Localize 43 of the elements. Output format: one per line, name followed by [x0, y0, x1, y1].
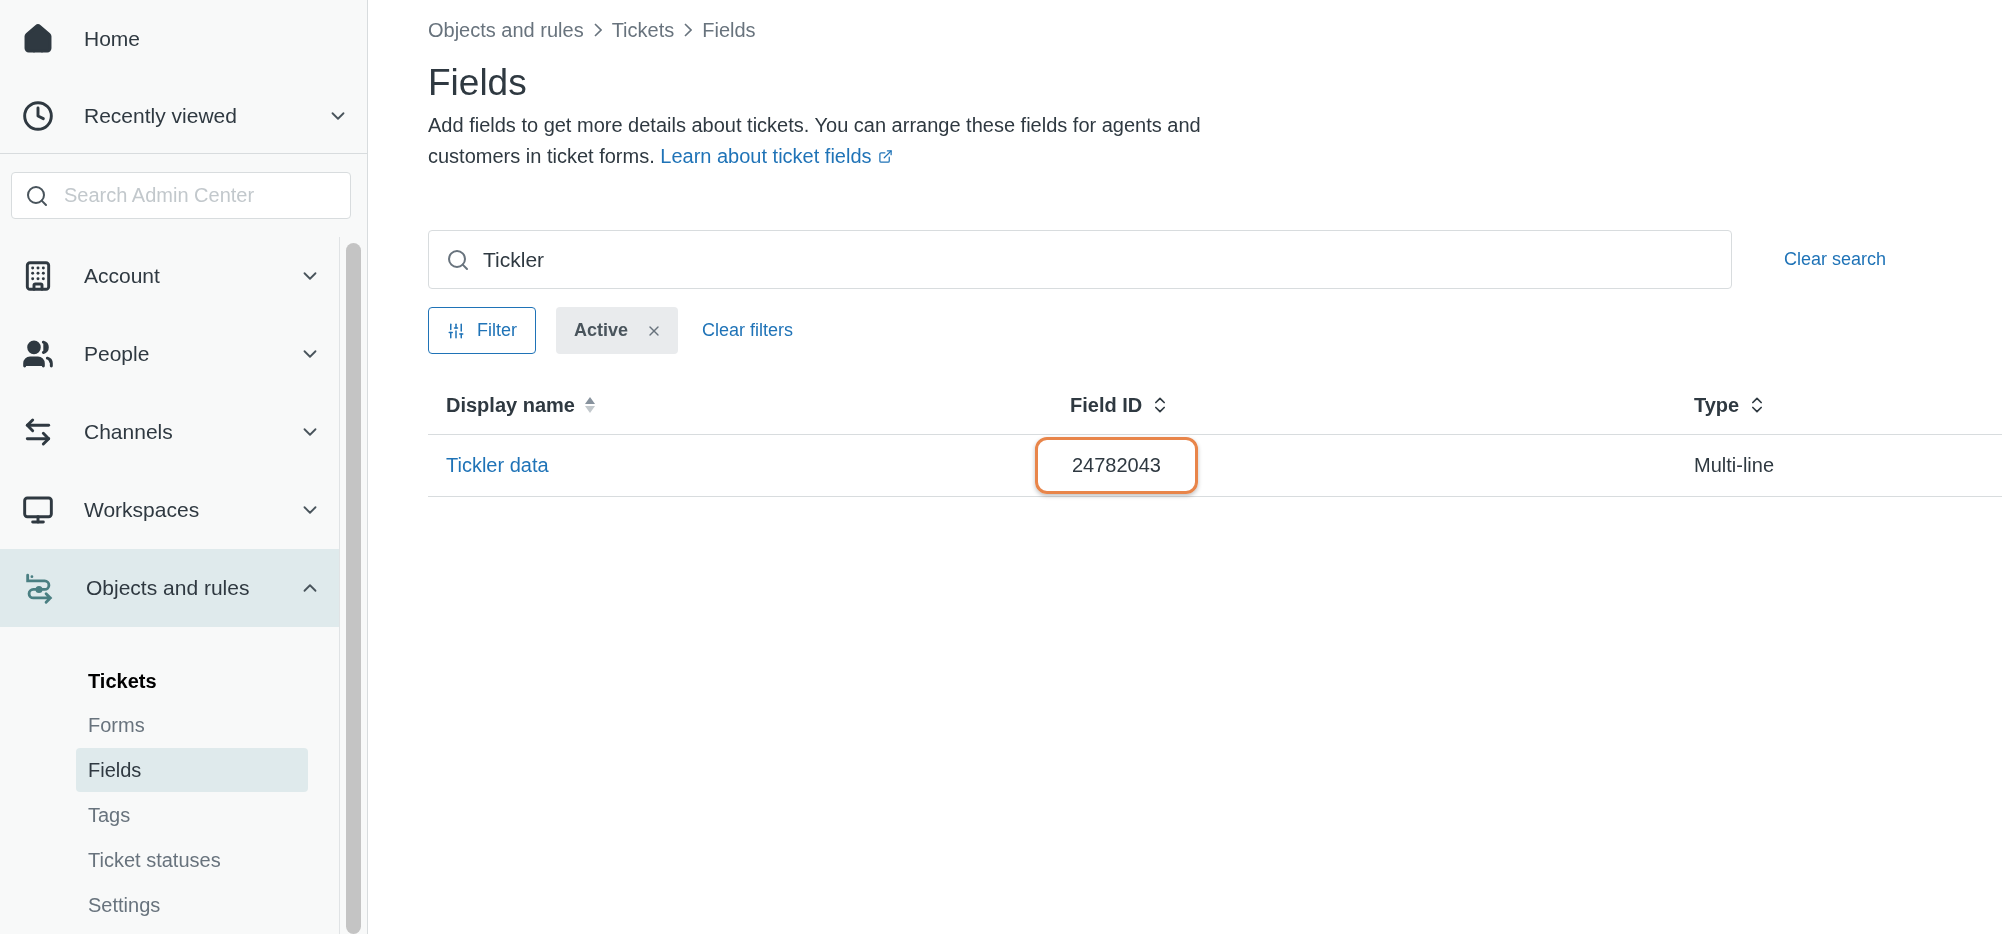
search-field[interactable]: Tickler — [428, 230, 1732, 289]
home-icon — [22, 22, 54, 55]
column-header[interactable]: Display name — [446, 393, 575, 417]
filter-chip[interactable]: Active — [556, 307, 679, 354]
scrollbar-thumb[interactable] — [346, 243, 361, 934]
search-icon — [25, 183, 49, 208]
column-header[interactable]: Field ID — [1070, 393, 1143, 417]
chevron-right-icon — [593, 23, 602, 37]
nav-subitem[interactable]: Fields — [76, 748, 308, 792]
clear-search-link[interactable]: Clear search — [1780, 245, 1891, 274]
nav-item[interactable]: Channels — [0, 393, 339, 471]
highlighted-cell: 24782043 — [1035, 437, 1198, 494]
column-header[interactable]: Type — [1694, 393, 1740, 417]
search-field[interactable]: Search Admin Center — [11, 172, 351, 219]
nav-section-heading: Tickets — [87, 668, 158, 694]
breadcrumb-link[interactable]: Objects and rules — [428, 18, 584, 42]
page-description: Add fields to get more details about tickets. You can arrange these fields for agents and customers in ticket forms. Learn about ticket fields — [428, 110, 1233, 172]
nav-item[interactable]: People — [0, 315, 339, 393]
clear-filters-link[interactable]: Clear filters — [698, 316, 798, 345]
nav-subitem[interactable]: Tags — [76, 793, 308, 837]
breadcrumb-link[interactable]: Tickets — [611, 18, 675, 42]
filter-button[interactable]: Filter — [428, 307, 536, 354]
monitor-icon — [22, 494, 54, 526]
people-icon — [22, 338, 54, 370]
page-title: Fields — [428, 62, 528, 104]
nav-subitem[interactable]: Forms — [76, 703, 308, 747]
breadcrumb-link[interactable]: Fields — [702, 18, 756, 42]
learn-more-link[interactable]: Learn about ticket fields — [660, 141, 893, 172]
clock-icon — [22, 99, 54, 132]
nav-item[interactable]: Account — [0, 237, 339, 315]
sliders-icon — [447, 321, 465, 340]
field-name-link[interactable]: Tickler data — [446, 454, 549, 477]
nav-subitem[interactable]: Ticket statuses — [76, 838, 308, 882]
search-icon — [446, 247, 470, 272]
nav-item[interactable]: Home — [84, 26, 349, 51]
nav-item[interactable]: Objects and rules — [0, 549, 339, 627]
nav-subitem[interactable]: Settings — [76, 883, 308, 927]
chevron-right-icon — [684, 23, 693, 37]
nav-item[interactable]: Recently viewed — [84, 103, 297, 128]
sort-icon[interactable] — [582, 395, 597, 415]
table-cell: Multi-line — [1694, 454, 1775, 477]
nav-item[interactable]: Workspaces — [0, 471, 339, 549]
external-link-icon — [877, 149, 893, 164]
